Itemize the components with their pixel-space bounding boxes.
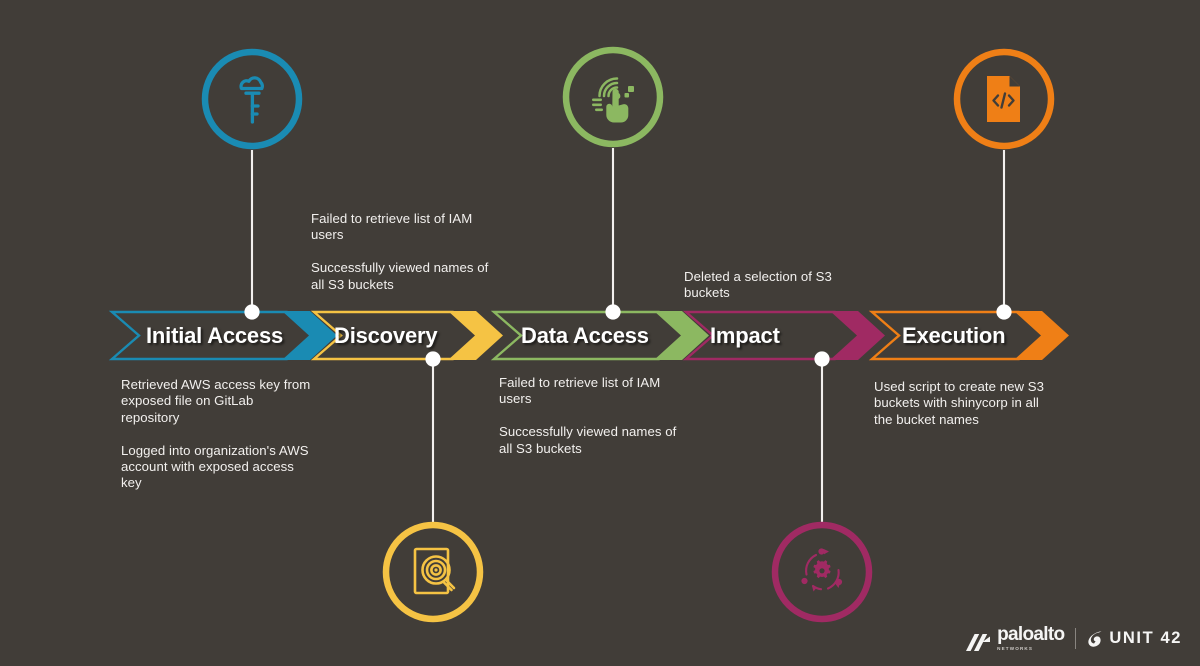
- networks-wordmark: NETWORKS: [997, 646, 1034, 651]
- note-item: Deleted a selection of S3 buckets: [684, 269, 832, 301]
- connector-dot-initial-access: [244, 304, 260, 320]
- chevron-label-impact: Impact: [710, 323, 780, 348]
- code-document-icon: [987, 76, 1020, 122]
- connector-dot-execution: [996, 304, 1012, 320]
- notes-initial-access: Retrieved AWS access key from exposed fi…: [121, 377, 313, 492]
- note-item: Logged into organization's AWS account w…: [121, 442, 309, 491]
- notes-impact: Deleted a selection of S3 buckets: [684, 269, 862, 302]
- document-search-target-icon: [413, 547, 456, 595]
- cloud-key-icon: [239, 76, 264, 124]
- attack-chain-diagram: Initial Access Discovery Data Access Imp…: [0, 0, 1200, 666]
- note-item: Retrieved AWS access key from exposed fi…: [121, 377, 311, 425]
- connector-dot-impact: [814, 351, 830, 367]
- icon-circle-impact: [771, 521, 873, 623]
- connector-dot-discovery: [425, 351, 441, 367]
- chevron-label-initial-access: Initial Access: [146, 323, 284, 348]
- gear-orbit-icon: [801, 548, 843, 592]
- note-item: Failed to retrieve list of IAM users: [311, 211, 473, 243]
- notes-execution: Used script to create new S3 buckets wit…: [874, 379, 1050, 428]
- brand-lockup: paloalto NETWORKS UNIT 42: [966, 625, 1182, 652]
- note-item: Successfully viewed names of all S3 buck…: [499, 424, 677, 456]
- notes-data-access: Failed to retrieve list of IAM users Suc…: [499, 375, 679, 457]
- unit42-wordmark: UNIT 42: [1109, 629, 1182, 648]
- unit42-mark-icon: [1088, 630, 1102, 647]
- icon-circle-execution: [953, 48, 1055, 150]
- notes-discovery: Failed to retrieve list of IAM users Suc…: [311, 211, 491, 293]
- note-item: Used script to create new S3 buckets wit…: [874, 379, 1044, 427]
- chevron-label-execution: Execution: [902, 323, 1006, 348]
- unit42-logo: UNIT 42: [1087, 630, 1182, 648]
- note-item: Successfully viewed names of all S3 buck…: [311, 260, 489, 292]
- brand-divider: [1075, 628, 1077, 649]
- paloalto-slashes-icon: [966, 634, 991, 651]
- paloalto-networks-logo: paloalto NETWORKS: [966, 624, 1065, 652]
- icon-circle-data-access: [562, 46, 664, 148]
- hand-touch-signal-icon: [592, 77, 634, 123]
- chevron-label-data-access: Data Access: [521, 323, 649, 348]
- chevron-label-discovery: Discovery: [334, 323, 438, 348]
- connector-dot-data-access: [605, 304, 621, 320]
- note-item: Failed to retrieve list of IAM users: [499, 375, 661, 407]
- icon-circle-initial-access: [201, 48, 303, 150]
- icon-circle-discovery: [382, 521, 484, 623]
- paloalto-wordmark: paloalto: [997, 624, 1065, 645]
